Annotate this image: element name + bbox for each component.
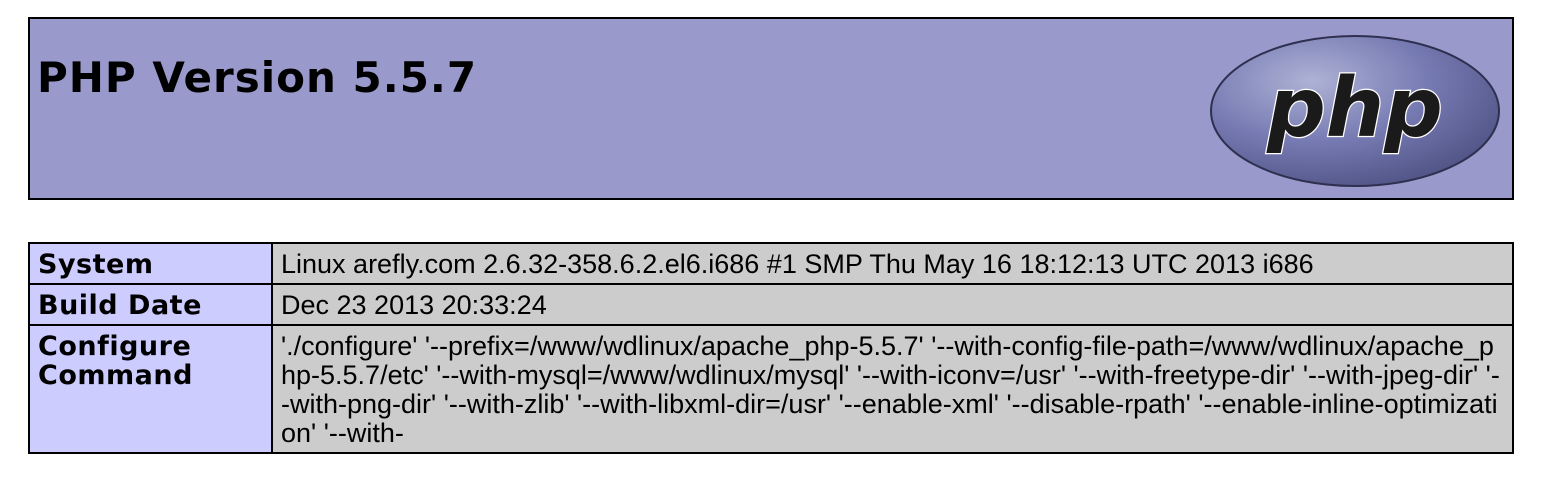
table-row: System Linux arefly.com 2.6.32-358.6.2.e…	[28, 242, 1514, 285]
row-key: Build Date	[28, 283, 273, 326]
row-value: Dec 23 2013 20:33:24	[271, 283, 1514, 326]
row-value: './configure' '--prefix=/www/wdlinux/apa…	[271, 324, 1514, 454]
table-row: Configure Command './configure' '--prefi…	[28, 324, 1514, 454]
page-title: PHP Version 5.5.7	[37, 53, 478, 102]
phpinfo-page: PHP Version 5.5.7 php System Linux arefl…	[0, 0, 1544, 500]
row-key: Configure Command	[28, 324, 273, 454]
php-logo-text: php	[1266, 61, 1443, 156]
row-value: Linux arefly.com 2.6.32-358.6.2.el6.i686…	[271, 242, 1514, 285]
info-table: System Linux arefly.com 2.6.32-358.6.2.e…	[28, 242, 1514, 454]
php-logo-icon[interactable]: php	[1208, 33, 1502, 189]
phpinfo-header: PHP Version 5.5.7 php	[28, 17, 1514, 200]
table-row: Build Date Dec 23 2013 20:33:24	[28, 283, 1514, 326]
row-key: System	[28, 242, 273, 285]
